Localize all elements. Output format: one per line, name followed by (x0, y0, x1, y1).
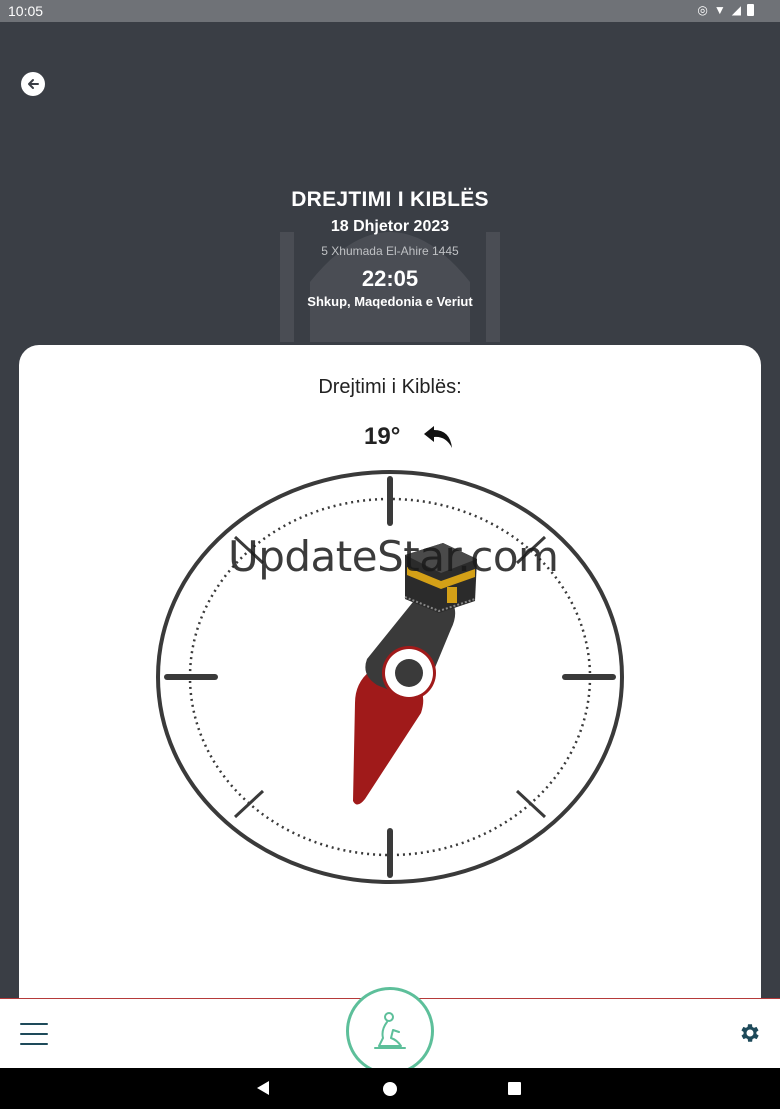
turn-left-arrow-icon (424, 426, 453, 448)
degree-row: 19° (364, 423, 456, 451)
status-icons: ◎ ▼ ◢ (697, 3, 754, 17)
location-icon: ◎ (697, 3, 708, 17)
status-bar: 10:05 ◎ ▼ ◢ (0, 0, 780, 22)
current-time: 22:05 (361, 266, 419, 291)
arrow-left-icon (28, 79, 39, 89)
hamburger-menu-icon (20, 1023, 48, 1025)
prayer-button[interactable] (346, 987, 434, 1075)
signal-icon: ◢ (731, 3, 741, 17)
back-button[interactable] (21, 72, 45, 96)
qibla-degree: 19° (364, 423, 401, 450)
nav-home-button[interactable] (383, 1082, 397, 1096)
nav-back-button[interactable] (257, 1081, 269, 1095)
settings-button[interactable] (737, 1021, 761, 1045)
hijri-date: 5 Xhumada El-Ahire 1445 (321, 244, 459, 258)
tick-se (515, 789, 547, 819)
page-title: DREJTIMI I KIBLËS (291, 188, 489, 211)
gregorian-date: 18 Dhjetor 2023 (330, 218, 450, 235)
nav-recents-button[interactable] (508, 1082, 521, 1095)
status-time: 10:05 (8, 3, 44, 19)
header: DREJTIMI I KIBLËS 18 Dhjetor 2023 5 Xhum… (0, 22, 780, 362)
bottom-nav (0, 987, 780, 1075)
needle-hub-center (395, 659, 423, 687)
compass (156, 470, 624, 884)
gear-icon (741, 1024, 759, 1042)
menu-button[interactable] (20, 1023, 48, 1045)
hamburger-line (20, 1043, 48, 1045)
location-text: Shkup, Maqedonia e Veriut (307, 294, 473, 309)
qibla-card: Drejtimi i Kiblës: 19° UpdateStar.com (19, 345, 761, 1025)
battery-icon (747, 4, 754, 16)
praying-person-icon (374, 1012, 406, 1049)
wifi-icon: ▼ (713, 3, 726, 17)
android-nav-bar (0, 1068, 780, 1109)
watermark: UpdateStar.com (228, 532, 559, 581)
qibla-label: Drejtimi i Kiblës: (318, 376, 462, 398)
hamburger-line (20, 1033, 48, 1035)
